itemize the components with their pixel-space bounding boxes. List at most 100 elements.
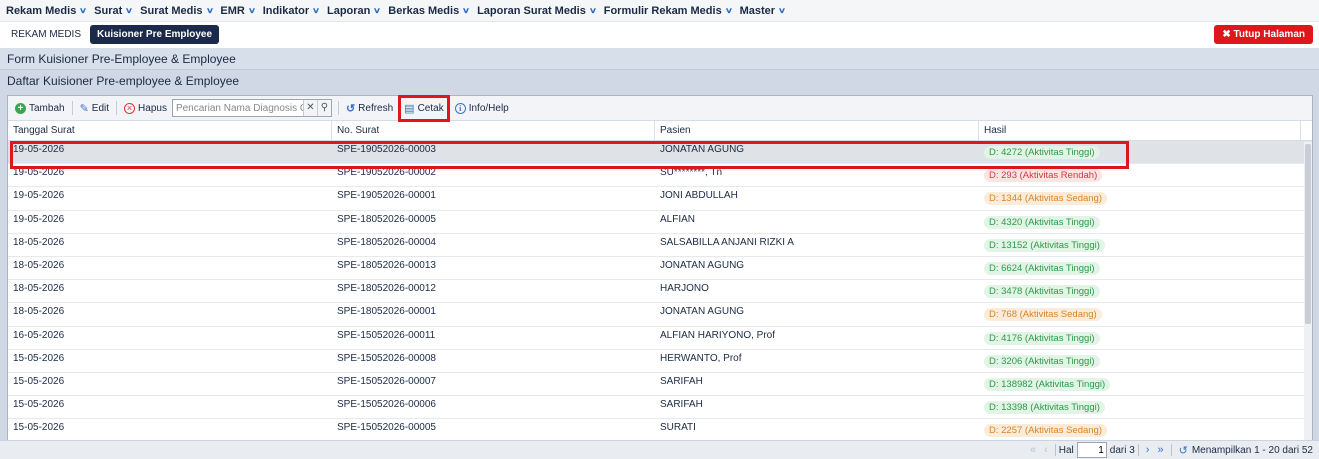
result-badge: D: 293 (Aktivitas Rendah) (984, 169, 1103, 183)
menu-item-label: Surat Medis (140, 4, 203, 17)
info-icon: i (454, 102, 466, 114)
tab-rekam-medis[interactable]: REKAM MEDIS (6, 26, 86, 43)
cell-patient: SARIFAH (660, 399, 703, 411)
info-button[interactable]: i Info/Help (452, 101, 512, 116)
cell-date: 15-05-2026 (13, 399, 65, 411)
column-header-date[interactable]: Tanggal Surat (8, 121, 332, 140)
cell-patient: JONATAN AGUNG (660, 259, 745, 271)
table-row[interactable]: 19-05-2026 SPE-19052026-00003 JONATAN AGUN… (8, 141, 1312, 165)
table-row[interactable]: 19-05-2026 SPE-19052026-00002 SU********, … (8, 164, 1312, 188)
menu-item-label: Laporan (327, 4, 371, 17)
cell-patient: SU********, Tn (660, 167, 723, 179)
toolbar: + Tambah ✎ Edit × Hapus ✕ ⚲ ↺ Refresh (8, 94, 1312, 122)
cell-result: D: 3206 (Aktivitas Tinggi) (979, 350, 1301, 368)
result-badge: D: 1344 (Aktivitas Sedang) (984, 192, 1108, 206)
column-header-number[interactable]: No. Surat (332, 121, 655, 140)
cell-date: 18-05-2026 (13, 236, 65, 248)
table-row[interactable]: 15-05-2026 SPE-15052026-00007 SARIFAH D: 13… (8, 373, 1312, 397)
table-row[interactable]: 18-05-2026 SPE-18052026-00012 HARJONO D: 34… (8, 280, 1312, 304)
add-button[interactable]: + Tambah (12, 101, 68, 116)
menu-item-label: Berkas Medis (388, 4, 460, 17)
delete-button[interactable]: × Hapus (121, 101, 170, 116)
delete-icon: × (124, 102, 136, 114)
pager-summary: Menampilkan 1 - 20 dari 52 (1191, 444, 1313, 456)
cell-number: SPE-15052026-00005 (337, 422, 436, 434)
table-row[interactable]: 18-05-2026 SPE-18052026-00001 JONATAN AGUN… (8, 303, 1312, 327)
page-number-input[interactable] (1076, 442, 1107, 458)
table-row[interactable]: 19-05-2026 SPE-18052026-00005 ALFIAN D: 432… (8, 211, 1312, 234)
cell-date: 19-05-2026 (13, 167, 65, 179)
chevron-down-icon: ∨ (373, 6, 382, 15)
toolbar-divider (71, 101, 73, 115)
menu-item-rekam-medis[interactable]: Rekam Medis ∨ (6, 5, 87, 17)
cell-patient: ALFIAN (660, 213, 696, 225)
search-input[interactable] (172, 100, 303, 116)
result-badge: D: 4176 (Aktivitas Tinggi) (984, 331, 1100, 345)
table-row[interactable]: 19-05-2026 SPE-19052026-00001 JONI ABDULLA… (8, 187, 1312, 211)
form-title: Form Kuisioner Pre-Employee & Employee (0, 48, 1319, 70)
search-box: ✕ ⚲ (171, 99, 332, 117)
page-label: Hal (1058, 444, 1074, 456)
next-page-icon[interactable]: › (1146, 444, 1150, 456)
cell-result: D: 13152 (Aktivitas Tinggi) (979, 234, 1301, 252)
table-row[interactable]: 16-05-2026 SPE-15052026-00011 ALFIAN HARIY… (8, 327, 1312, 350)
print-button[interactable]: ▤ Cetak (404, 102, 444, 115)
edit-button[interactable]: ✎ Edit (77, 100, 112, 117)
cell-result: D: 2257 (Aktivitas Sedang) (979, 419, 1301, 438)
chevron-down-icon: ∨ (125, 6, 134, 15)
scrollbar-thumb[interactable] (1305, 144, 1311, 324)
plus-icon: + (15, 102, 26, 114)
chevron-down-icon: ∨ (462, 6, 471, 15)
cell-result: D: 768 (Aktivitas Sedang) (979, 303, 1301, 322)
cell-patient: HARJONO (660, 283, 709, 295)
print-highlight: ▤ Cetak (398, 94, 450, 122)
menu-item-surat[interactable]: Surat ∨ (94, 5, 134, 17)
menu-item-indikator[interactable]: Indikator ∨ (263, 5, 320, 17)
cell-patient: HERWANTO, Prof (660, 352, 742, 364)
menu-item-master[interactable]: Master ∨ (740, 5, 787, 17)
pager-refresh-icon[interactable]: ↺ (1179, 444, 1188, 457)
cell-patient: SARIFAH (660, 375, 703, 387)
close-page-button[interactable]: ✖ Tutup Halaman (1214, 25, 1313, 44)
cell-number: SPE-19052026-00001 (337, 190, 436, 202)
table-row[interactable]: 18-05-2026 SPE-18052026-00004 SALSABILLA A… (8, 234, 1312, 257)
cell-result: D: 4176 (Aktivitas Tinggi) (979, 327, 1301, 345)
first-page-icon[interactable]: « (1030, 444, 1036, 456)
table-row[interactable]: 15-05-2026 SPE-15052026-00005 SURATI D: 225… (8, 419, 1312, 443)
cell-date: 18-05-2026 (13, 283, 65, 295)
cell-number: SPE-15052026-00007 (337, 375, 436, 387)
cell-date: 15-05-2026 (13, 352, 65, 364)
search-icon[interactable]: ⚲ (316, 100, 331, 116)
cell-date: 19-05-2026 (13, 144, 65, 155)
last-page-icon[interactable]: » (1157, 444, 1163, 456)
cell-number: SPE-18052026-00013 (337, 259, 436, 271)
column-header-result[interactable]: Hasil (979, 121, 1301, 140)
menu-item-formulir-rekam-medis[interactable]: Formulir Rekam Medis ∨ (604, 5, 733, 17)
result-badge: D: 3206 (Aktivitas Tinggi) (984, 354, 1100, 368)
cell-result: D: 1344 (Aktivitas Sedang) (979, 187, 1301, 206)
table-row[interactable]: 18-05-2026 SPE-18052026-00013 JONATAN AGUN… (8, 257, 1312, 281)
menu-item-laporan[interactable]: Laporan ∨ (327, 4, 382, 17)
refresh-label: Refresh (358, 102, 394, 114)
printer-icon: ▤ (404, 102, 415, 115)
menu-item-berkas-medis[interactable]: Berkas Medis ∨ (388, 4, 471, 17)
tab-kuisioner-pre-employee[interactable]: Kuisioner Pre Employee (90, 24, 220, 44)
cell-patient: JONATAN AGUNG (660, 144, 745, 155)
cell-number: SPE-18052026-00005 (337, 213, 436, 225)
menu-item-emr[interactable]: EMR ∨ (220, 5, 255, 17)
result-badge: D: 2257 (Aktivitas Sedang) (984, 424, 1108, 438)
cell-result: D: 293 (Aktivitas Rendah) (979, 164, 1301, 183)
cell-date: 19-05-2026 (13, 190, 65, 202)
clear-search-icon[interactable]: ✕ (302, 100, 317, 116)
menu-item-surat-medis[interactable]: Surat Medis ∨ (140, 4, 213, 17)
menu-item-laporan-surat-medis[interactable]: Laporan Surat Medis ∨ (477, 5, 597, 17)
refresh-button[interactable]: ↺ Refresh (343, 100, 396, 117)
result-badge: D: 768 (Aktivitas Sedang) (984, 308, 1102, 322)
table-row[interactable]: 15-05-2026 SPE-15052026-00008 HERWANTO, Pr… (8, 350, 1312, 373)
cell-number: SPE-18052026-00001 (337, 306, 436, 318)
prev-page-icon[interactable]: ‹ (1044, 444, 1048, 456)
column-header-patient[interactable]: Pasien (655, 121, 979, 140)
table-row[interactable]: 15-05-2026 SPE-15052026-00006 SARIFAH D: 13… (8, 396, 1312, 420)
toolbar-divider (337, 101, 339, 115)
pagination-bar: « ‹ Hal dari 3 › » ↺ Menampilkan 1 - 20 … (0, 440, 1319, 459)
